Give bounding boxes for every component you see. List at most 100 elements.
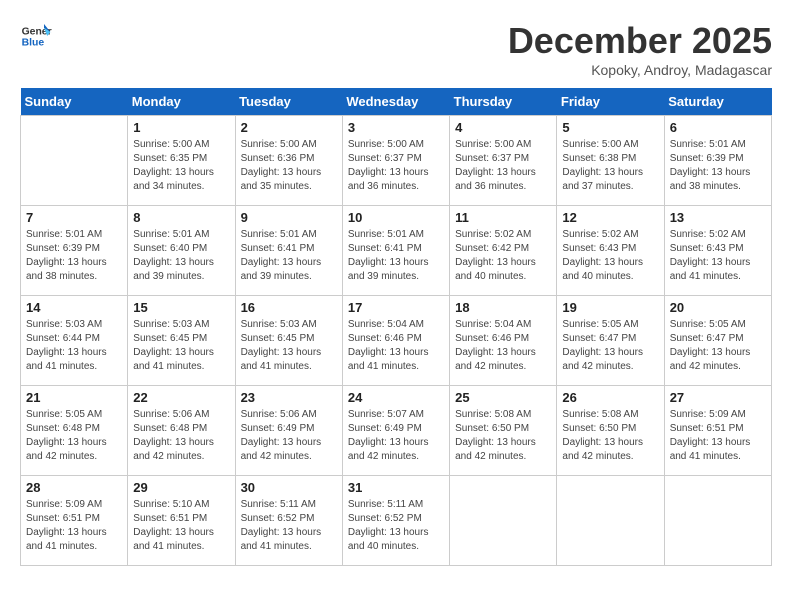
day-number: 30	[241, 480, 337, 495]
day-number: 13	[670, 210, 766, 225]
header-day-tuesday: Tuesday	[235, 88, 342, 116]
day-detail: Sunrise: 5:00 AMSunset: 6:37 PMDaylight:…	[348, 138, 444, 194]
day-detail: Sunrise: 5:05 AMSunset: 6:47 PMDaylight:…	[562, 318, 658, 374]
day-detail: Sunrise: 5:00 AMSunset: 6:36 PMDaylight:…	[241, 138, 337, 194]
week-row-2: 7Sunrise: 5:01 AMSunset: 6:39 PMDaylight…	[21, 206, 772, 296]
day-number: 21	[26, 390, 122, 405]
calendar-cell	[664, 476, 771, 566]
day-number: 3	[348, 120, 444, 135]
day-number: 1	[133, 120, 229, 135]
calendar-cell: 30Sunrise: 5:11 AMSunset: 6:52 PMDayligh…	[235, 476, 342, 566]
day-detail: Sunrise: 5:01 AMSunset: 6:41 PMDaylight:…	[241, 228, 337, 284]
day-detail: Sunrise: 5:11 AMSunset: 6:52 PMDaylight:…	[348, 498, 444, 554]
day-number: 18	[455, 300, 551, 315]
calendar-cell: 24 Sunrise: 5:07 AMSunset: 6:49 PMDayligh…	[342, 386, 449, 476]
header-day-thursday: Thursday	[450, 88, 557, 116]
day-detail: Sunrise: 5:06 AMSunset: 6:48 PMDaylight:…	[133, 408, 229, 464]
day-detail: Sunrise: 5:00 AMSunset: 6:35 PMDaylight:…	[133, 138, 229, 194]
day-detail: Sunrise: 5:00 AMSunset: 6:38 PMDaylight:…	[562, 138, 658, 194]
calendar-cell: 15 Sunrise: 5:03 AMSunset: 6:45 PMDayligh…	[128, 296, 235, 386]
day-number: 23	[241, 390, 337, 405]
calendar-cell: 20 Sunrise: 5:05 AMSunset: 6:47 PMDayligh…	[664, 296, 771, 386]
day-number: 17	[348, 300, 444, 315]
day-number: 20	[670, 300, 766, 315]
calendar-cell: 21 Sunrise: 5:05 AMSunset: 6:48 PMDayligh…	[21, 386, 128, 476]
calendar-cell: 3 Sunrise: 5:00 AMSunset: 6:37 PMDaylight…	[342, 116, 449, 206]
day-number: 2	[241, 120, 337, 135]
calendar-cell: 18 Sunrise: 5:04 AMSunset: 6:46 PMDayligh…	[450, 296, 557, 386]
day-detail: Sunrise: 5:07 AMSunset: 6:49 PMDaylight:…	[348, 408, 444, 464]
day-number: 22	[133, 390, 229, 405]
week-row-1: 1 Sunrise: 5:00 AMSunset: 6:35 PMDaylight…	[21, 116, 772, 206]
calendar-cell: 26Sunrise: 5:08 AMSunset: 6:50 PMDayligh…	[557, 386, 664, 476]
day-number: 19	[562, 300, 658, 315]
day-detail: Sunrise: 5:05 AMSunset: 6:48 PMDaylight:…	[26, 408, 122, 464]
calendar-cell: 1 Sunrise: 5:00 AMSunset: 6:35 PMDaylight…	[128, 116, 235, 206]
calendar-table: SundayMondayTuesdayWednesdayThursdayFrid…	[20, 88, 772, 566]
day-number: 14	[26, 300, 122, 315]
calendar-cell: 6 Sunrise: 5:01 AMSunset: 6:39 PMDaylight…	[664, 116, 771, 206]
calendar-cell: 11 Sunrise: 5:02 AMSunset: 6:42 PMDayligh…	[450, 206, 557, 296]
day-detail: Sunrise: 5:08 AMSunset: 6:50 PMDaylight:…	[455, 408, 551, 464]
day-detail: Sunrise: 5:01 AMSunset: 6:40 PMDaylight:…	[133, 228, 229, 284]
day-detail: Sunrise: 5:01 AMSunset: 6:41 PMDaylight:…	[348, 228, 444, 284]
calendar-cell: 31 Sunrise: 5:11 AMSunset: 6:52 PMDayligh…	[342, 476, 449, 566]
day-detail: Sunrise: 5:03 AMSunset: 6:45 PMDaylight:…	[241, 318, 337, 374]
day-number: 10	[348, 210, 444, 225]
day-detail: Sunrise: 5:04 AMSunset: 6:46 PMDaylight:…	[348, 318, 444, 374]
calendar-cell: 22 Sunrise: 5:06 AMSunset: 6:48 PMDayligh…	[128, 386, 235, 476]
day-detail: Sunrise: 5:02 AMSunset: 6:42 PMDaylight:…	[455, 228, 551, 284]
header-day-wednesday: Wednesday	[342, 88, 449, 116]
day-detail: Sunrise: 5:09 AMSunset: 6:51 PMDaylight:…	[26, 498, 122, 554]
day-number: 24	[348, 390, 444, 405]
day-detail: Sunrise: 5:03 AMSunset: 6:44 PMDaylight:…	[26, 318, 122, 374]
day-number: 7	[26, 210, 122, 225]
day-detail: Sunrise: 5:01 AMSunset: 6:39 PMDaylight:…	[670, 138, 766, 194]
calendar-cell: 29Sunrise: 5:10 AMSunset: 6:51 PMDayligh…	[128, 476, 235, 566]
day-detail: Sunrise: 5:05 AMSunset: 6:47 PMDaylight:…	[670, 318, 766, 374]
header-day-monday: Monday	[128, 88, 235, 116]
day-detail: Sunrise: 5:03 AMSunset: 6:45 PMDaylight:…	[133, 318, 229, 374]
calendar-cell: 13 Sunrise: 5:02 AMSunset: 6:43 PMDayligh…	[664, 206, 771, 296]
day-number: 27	[670, 390, 766, 405]
calendar-cell: 23 Sunrise: 5:06 AMSunset: 6:49 PMDayligh…	[235, 386, 342, 476]
header-day-friday: Friday	[557, 88, 664, 116]
calendar-cell: 28Sunrise: 5:09 AMSunset: 6:51 PMDayligh…	[21, 476, 128, 566]
week-row-3: 14 Sunrise: 5:03 AMSunset: 6:44 PMDayligh…	[21, 296, 772, 386]
calendar-cell: 25 Sunrise: 5:08 AMSunset: 6:50 PMDayligh…	[450, 386, 557, 476]
day-number: 9	[241, 210, 337, 225]
day-detail: Sunrise: 5:09 AMSunset: 6:51 PMDaylight:…	[670, 408, 766, 464]
day-number: 4	[455, 120, 551, 135]
day-number: 29	[133, 480, 229, 495]
logo-icon: General Blue	[20, 20, 52, 52]
header: General Blue December 2025 Kopoky, Andro…	[20, 20, 772, 78]
week-row-4: 21 Sunrise: 5:05 AMSunset: 6:48 PMDayligh…	[21, 386, 772, 476]
calendar-cell: 10 Sunrise: 5:01 AMSunset: 6:41 PMDayligh…	[342, 206, 449, 296]
day-number: 6	[670, 120, 766, 135]
calendar-cell	[21, 116, 128, 206]
logo: General Blue	[20, 20, 52, 52]
day-number: 26	[562, 390, 658, 405]
title-area: December 2025 Kopoky, Androy, Madagascar	[508, 20, 772, 78]
calendar-cell: 14 Sunrise: 5:03 AMSunset: 6:44 PMDayligh…	[21, 296, 128, 386]
day-number: 31	[348, 480, 444, 495]
day-detail: Sunrise: 5:02 AMSunset: 6:43 PMDaylight:…	[670, 228, 766, 284]
calendar-cell: 17 Sunrise: 5:04 AMSunset: 6:46 PMDayligh…	[342, 296, 449, 386]
header-row: SundayMondayTuesdayWednesdayThursdayFrid…	[21, 88, 772, 116]
day-number: 25	[455, 390, 551, 405]
day-number: 12	[562, 210, 658, 225]
calendar-cell: 19 Sunrise: 5:05 AMSunset: 6:47 PMDayligh…	[557, 296, 664, 386]
calendar-cell	[557, 476, 664, 566]
day-detail: Sunrise: 5:06 AMSunset: 6:49 PMDaylight:…	[241, 408, 337, 464]
day-detail: Sunrise: 5:00 AMSunset: 6:37 PMDaylight:…	[455, 138, 551, 194]
calendar-cell: 27 Sunrise: 5:09 AMSunset: 6:51 PMDayligh…	[664, 386, 771, 476]
day-detail: Sunrise: 5:04 AMSunset: 6:46 PMDaylight:…	[455, 318, 551, 374]
calendar-cell: 8Sunrise: 5:01 AMSunset: 6:40 PMDaylight…	[128, 206, 235, 296]
day-number: 15	[133, 300, 229, 315]
month-title: December 2025	[508, 20, 772, 62]
calendar-cell: 9 Sunrise: 5:01 AMSunset: 6:41 PMDaylight…	[235, 206, 342, 296]
header-day-saturday: Saturday	[664, 88, 771, 116]
calendar-cell	[450, 476, 557, 566]
day-number: 11	[455, 210, 551, 225]
calendar-cell: 2 Sunrise: 5:00 AMSunset: 6:36 PMDaylight…	[235, 116, 342, 206]
